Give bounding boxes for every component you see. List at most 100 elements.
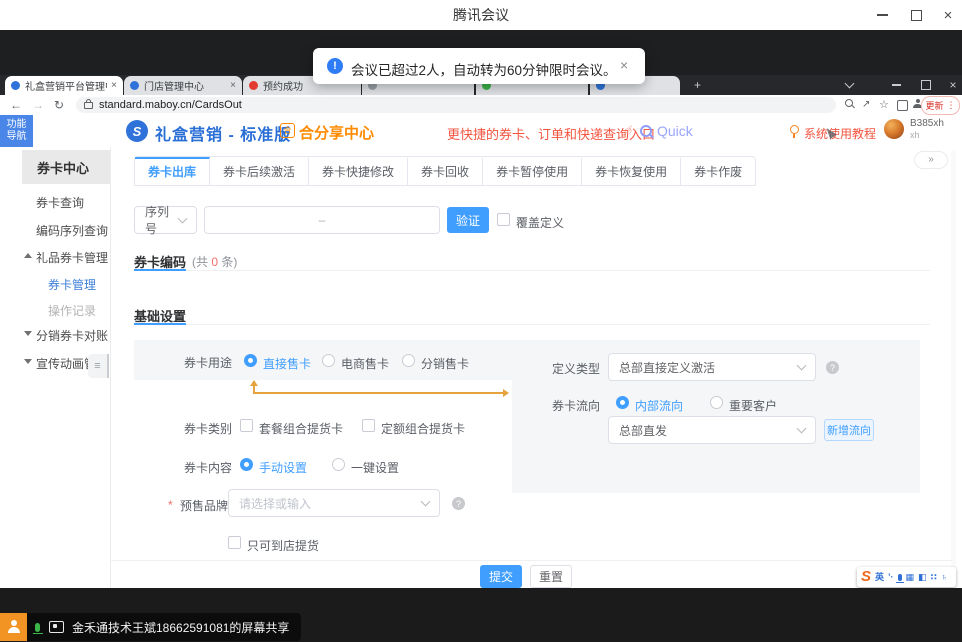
ime-toolbar[interactable]: S 英 ’· ▦ ◧ ∷ ♄ — [857, 567, 956, 587]
chevron-down-icon — [421, 497, 431, 507]
tab-card-void[interactable]: 券卡作废 — [681, 157, 755, 185]
ime-settings-icon[interactable]: ♄ — [941, 572, 948, 582]
card-action-tabs: 券卡出库 券卡后续激活 券卡快捷修改 券卡回收 券卡暂停使用 券卡恢复使用 券卡… — [134, 156, 756, 186]
share-center-link[interactable]: 合分享中心 — [299, 122, 374, 143]
content-option-manual[interactable]: 手动设置 — [259, 459, 307, 476]
quick-search-icon[interactable] — [640, 125, 652, 137]
category-checkbox-fixed[interactable] — [362, 419, 375, 432]
tab-card-suspend[interactable]: 券卡暂停使用 — [483, 157, 582, 185]
tab-card-recycle[interactable]: 券卡回收 — [408, 157, 483, 185]
ime-skin-icon[interactable]: ◧ — [918, 572, 927, 582]
usage-option-distribution[interactable]: 分销售卡 — [421, 355, 469, 372]
add-flow-button[interactable]: 新增流向 — [824, 419, 874, 441]
reset-button[interactable]: 重置 — [530, 565, 572, 588]
ime-mic-icon[interactable] — [898, 574, 902, 581]
tab-card-quick-edit[interactable]: 券卡快捷修改 — [309, 157, 408, 185]
help-icon[interactable]: ? — [452, 497, 465, 510]
info-icon: ! — [327, 58, 343, 74]
sidebar-divider — [110, 147, 111, 588]
tab-card-resume[interactable]: 券卡恢复使用 — [582, 157, 681, 185]
usage-radio-ecommerce[interactable] — [322, 354, 335, 367]
tab-card-outbound[interactable]: 券卡出库 — [135, 157, 210, 185]
usage-radio-direct[interactable] — [244, 354, 257, 367]
tab-close-icon[interactable]: × — [230, 81, 236, 91]
count-suffix: 条) — [218, 255, 237, 269]
usage-option-ecommerce[interactable]: 电商售卡 — [341, 355, 389, 372]
reload-icon[interactable]: ↻ — [54, 97, 64, 113]
usage-option-direct[interactable]: 直接售卡 — [263, 355, 311, 372]
user-name: B385xh — [910, 118, 944, 129]
submit-button[interactable]: 提交 — [480, 565, 522, 588]
sidebar-item-operation-log[interactable]: 操作记录 — [48, 302, 96, 319]
url-field[interactable]: standard.maboy.cn/CardsOut — [76, 97, 836, 113]
browser-profile-chevron[interactable] — [838, 75, 860, 95]
usage-radio-distribution[interactable] — [402, 354, 415, 367]
tab-card-activate[interactable]: 券卡后续激活 — [210, 157, 309, 185]
content-radio-onekey[interactable] — [332, 458, 345, 471]
store-only-checkbox[interactable] — [228, 536, 241, 549]
flow-option-internal[interactable]: 内部流向 — [635, 397, 683, 414]
ime-toolbox-icon[interactable]: ∷ — [931, 572, 937, 582]
browser-maximize-button[interactable] — [915, 75, 937, 95]
maximize-icon — [911, 10, 922, 21]
meeting-maximize-button[interactable] — [899, 0, 933, 30]
meeting-minimize-button[interactable] — [865, 0, 899, 30]
brand-select[interactable]: 请选择或输入 — [228, 489, 440, 517]
tab-close-icon[interactable]: × — [111, 81, 117, 91]
forward-icon[interactable]: → — [32, 97, 44, 113]
user-avatar[interactable] — [884, 119, 904, 139]
browser-close-button[interactable]: × — [942, 75, 962, 95]
content-option-onekey[interactable]: 一键设置 — [351, 459, 399, 476]
override-checkbox-label[interactable]: 覆盖定义 — [516, 214, 564, 231]
define-type-select[interactable]: 总部直接定义激活 — [608, 353, 816, 381]
close-icon: × — [949, 78, 956, 92]
store-only-label[interactable]: 只可到店提货 — [247, 537, 319, 554]
ime-punctuation-icon[interactable]: ’· — [888, 572, 894, 582]
sidebar-item-code-seq-query[interactable]: 编码序列查询 — [36, 222, 108, 239]
section-divider — [186, 270, 930, 271]
sidebar-item-card-manage-active[interactable]: 券卡管理 — [48, 276, 96, 293]
category-checkbox-package[interactable] — [240, 419, 253, 432]
new-tab-button[interactable]: + — [694, 78, 701, 92]
notification-close-icon[interactable]: × — [620, 57, 628, 73]
ime-keyboard-icon[interactable]: ▦ — [906, 572, 915, 582]
sidebar-group-distribution[interactable]: 分销券卡对账 — [36, 327, 108, 344]
update-label: 更新 — [925, 99, 943, 112]
help-icon[interactable]: ? — [826, 361, 839, 374]
override-checkbox[interactable] — [497, 213, 510, 226]
flow-select[interactable]: 总部直发 — [608, 416, 816, 444]
category-option-package[interactable]: 套餐组合提货卡 — [259, 420, 343, 437]
scrollbar[interactable] — [951, 150, 956, 580]
category-option-fixed[interactable]: 定额组合提货卡 — [381, 420, 465, 437]
browser-update-button[interactable]: 更新 ⋮ — [921, 96, 960, 115]
chevron-down-icon — [797, 361, 807, 371]
content-label: 券卡内容 — [134, 459, 232, 476]
content-radio-manual[interactable] — [240, 458, 253, 471]
zoom-icon[interactable] — [845, 99, 853, 107]
group-expanded-icon — [24, 253, 32, 258]
sidebar-collapse-handle[interactable]: ≡ — [88, 354, 109, 378]
minimize-icon — [892, 84, 901, 85]
ime-language-mode[interactable]: 英 — [875, 572, 884, 582]
browser-tab-gift-admin[interactable]: 礼盒营销平台管理中心 × — [5, 76, 123, 95]
expand-tabs-button[interactable]: » — [914, 151, 948, 169]
meeting-close-button[interactable]: × — [931, 0, 962, 30]
sidebar-item-card-query[interactable]: 券卡查询 — [36, 194, 84, 211]
lock-icon — [84, 102, 93, 109]
side-panel-icon[interactable] — [897, 100, 908, 111]
tutorial-link[interactable]: 系统使用教程 — [804, 125, 876, 142]
function-nav-toggle[interactable]: 功能 导航 — [0, 115, 33, 147]
serial-type-select[interactable]: 序列号 — [134, 206, 197, 234]
flow-radio-vip[interactable] — [710, 396, 723, 409]
flow-option-vip[interactable]: 重要客户 — [729, 397, 777, 414]
quick-search-label[interactable]: Quick — [657, 123, 693, 139]
bookmark-star-icon[interactable]: ☆ — [879, 97, 889, 113]
browser-minimize-button[interactable] — [885, 75, 907, 95]
browser-tab-store-admin[interactable]: 门店管理中心 × — [124, 76, 242, 95]
flow-radio-internal[interactable] — [616, 396, 629, 409]
back-icon[interactable]: ← — [10, 97, 22, 113]
share-icon[interactable]: ↗ — [862, 97, 870, 113]
verify-button[interactable]: 验证 — [447, 207, 489, 233]
sidebar-group-gift-cards[interactable]: 礼品券卡管理 — [36, 249, 108, 266]
serial-range-input[interactable]: – — [204, 206, 440, 234]
